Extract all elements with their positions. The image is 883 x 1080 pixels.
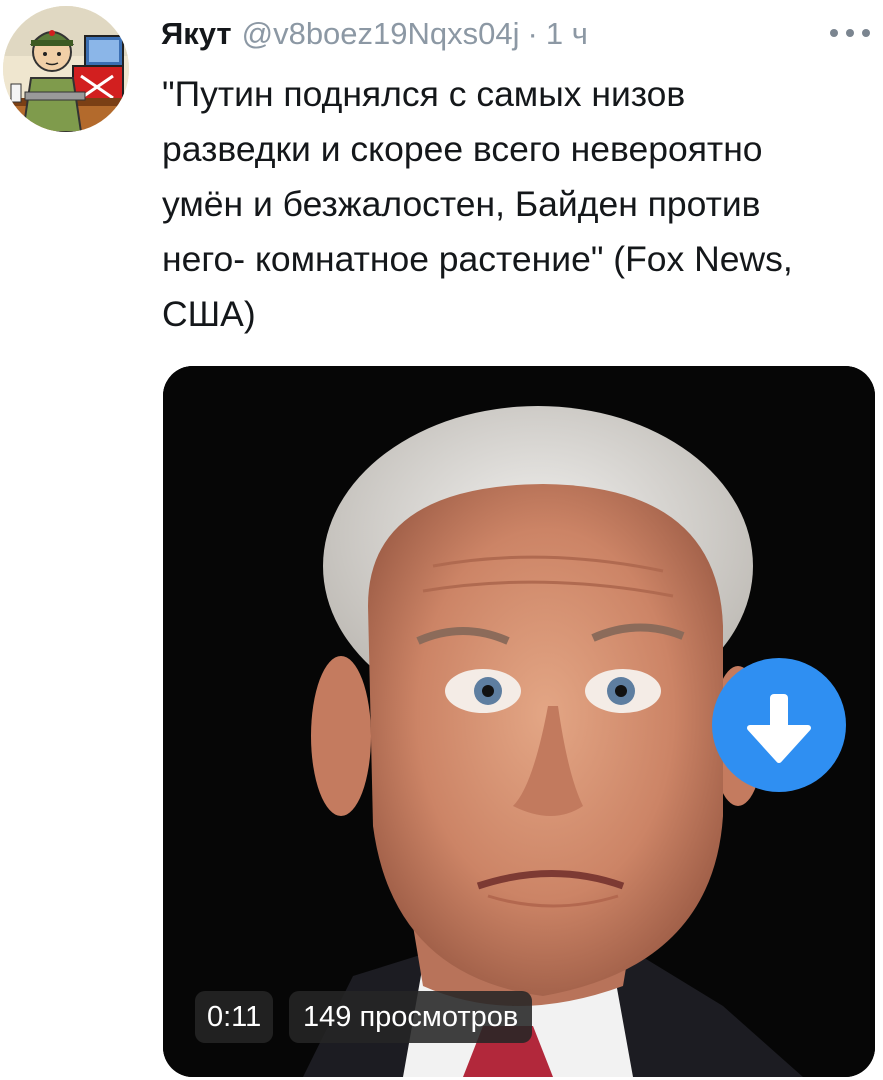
more-options-button[interactable] — [826, 20, 874, 46]
header-separator: · — [527, 16, 538, 51]
download-arrow-icon — [747, 694, 811, 763]
author-avatar[interactable] — [3, 6, 129, 132]
tweet-text: "Путин поднялся с самых низов разведки и… — [162, 74, 793, 334]
more-horizontal-icon — [830, 29, 870, 37]
tweet-header: Якут @v8boez19Nqxs04j · 1 ч — [161, 12, 588, 56]
tweet-timestamp[interactable]: 1 ч — [546, 12, 588, 56]
author-handle[interactable]: @v8boez19Nqxs04j — [242, 12, 520, 56]
tweet-video[interactable]: 0:11 149 просмотров — [163, 366, 875, 1077]
author-display-name[interactable]: Якут — [161, 12, 232, 56]
video-views-badge: 149 просмотров — [289, 991, 533, 1043]
cartoon-avatar-icon — [3, 6, 129, 132]
video-duration-badge: 0:11 — [195, 991, 274, 1043]
download-button[interactable] — [712, 658, 846, 792]
